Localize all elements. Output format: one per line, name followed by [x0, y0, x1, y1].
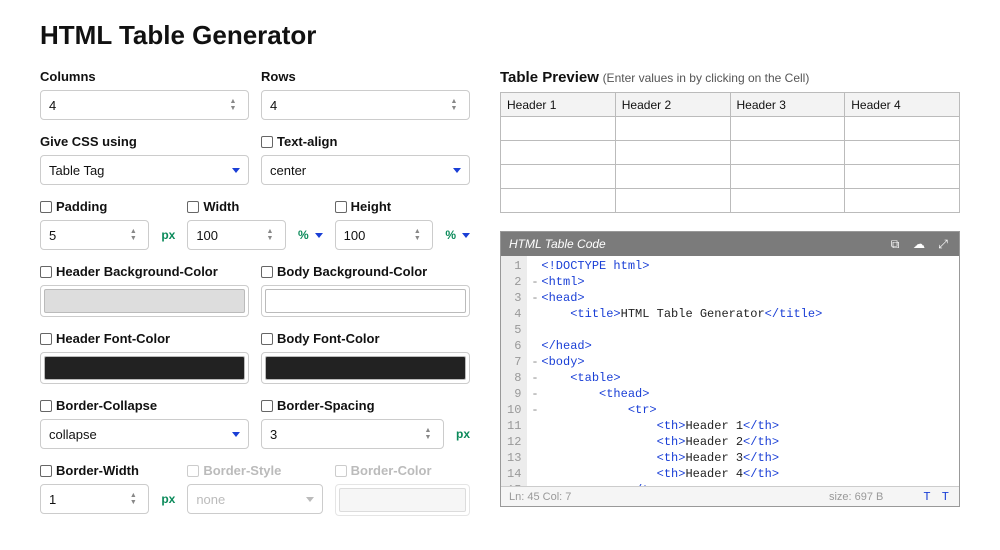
expand-icon[interactable]: ⤢	[935, 237, 951, 252]
preview-cell[interactable]	[501, 189, 616, 213]
preview-cell[interactable]	[730, 117, 845, 141]
rows-label: Rows	[261, 69, 470, 84]
preview-table[interactable]: Header 1Header 2Header 3Header 4	[500, 92, 960, 213]
stepper-icon[interactable]: ▲▼	[126, 489, 140, 509]
body-bg-label: Body Background-Color	[261, 264, 470, 279]
stepper-icon[interactable]: ▲▼	[226, 95, 240, 115]
preview-cell[interactable]	[730, 189, 845, 213]
preview-header-cell[interactable]: Header 3	[730, 93, 845, 117]
preview-cell[interactable]	[615, 117, 730, 141]
rows-input[interactable]: 4 ▲▼	[261, 90, 470, 120]
stepper-icon[interactable]: ▲▼	[126, 225, 140, 245]
border-style-select[interactable]: none	[187, 484, 322, 514]
stepper-icon[interactable]: ▲▼	[421, 424, 435, 444]
page-title: HTML Table Generator	[40, 20, 960, 51]
chevron-down-icon	[315, 233, 323, 238]
stepper-icon[interactable]: ▲▼	[447, 95, 461, 115]
code-editor[interactable]: <!DOCTYPE html>-<html>-<head> <title>HTM…	[527, 256, 959, 486]
border-width-label: Border-Width	[40, 463, 175, 478]
columns-input[interactable]: 4 ▲▼	[40, 90, 249, 120]
padding-checkbox[interactable]	[40, 201, 52, 213]
width-unit-select[interactable]: %	[292, 228, 323, 242]
preview-hint: (Enter values in by clicking on the Cell…	[603, 71, 810, 85]
code-panel-title: HTML Table Code	[509, 237, 606, 251]
border-collapse-label: Border-Collapse	[40, 398, 249, 413]
columns-label: Columns	[40, 69, 249, 84]
stepper-icon[interactable]: ▲▼	[263, 225, 277, 245]
preview-header-cell[interactable]: Header 4	[845, 93, 960, 117]
width-input[interactable]: 100 ▲▼	[187, 220, 286, 250]
text-align-label: Text-align	[261, 134, 470, 149]
preview-cell[interactable]	[615, 189, 730, 213]
height-input[interactable]: 100 ▲▼	[335, 220, 434, 250]
stepper-icon[interactable]: ▲▼	[410, 225, 424, 245]
body-bg-color-input[interactable]	[261, 285, 470, 317]
preview-cell[interactable]	[615, 165, 730, 189]
file-size: size: 697 B	[829, 491, 883, 503]
border-color-input[interactable]	[335, 484, 470, 516]
border-collapse-select[interactable]: collapse	[40, 419, 249, 449]
border-width-checkbox[interactable]	[40, 465, 52, 477]
download-icon[interactable]: ☁	[911, 237, 927, 251]
text-size-toggle[interactable]: T T	[923, 490, 951, 504]
header-font-color-input[interactable]	[40, 352, 249, 384]
text-align-select[interactable]: center	[261, 155, 470, 185]
padding-input[interactable]: 5 ▲▼	[40, 220, 149, 250]
width-label: Width	[187, 199, 322, 214]
copy-icon[interactable]: ⧉	[887, 237, 903, 252]
body-font-checkbox[interactable]	[261, 333, 273, 345]
border-spacing-input[interactable]: 3 ▲▼	[261, 419, 444, 449]
border-spacing-unit: px	[456, 427, 470, 441]
preview-title: Table Preview	[500, 69, 599, 86]
chevron-down-icon	[232, 168, 240, 173]
border-style-checkbox[interactable]	[187, 465, 199, 477]
preview-cell[interactable]	[845, 165, 960, 189]
border-color-label: Border-Color	[335, 463, 470, 478]
body-font-color-input[interactable]	[261, 352, 470, 384]
border-width-input[interactable]: 1 ▲▼	[40, 484, 149, 514]
preview-header-cell[interactable]: Header 2	[615, 93, 730, 117]
border-width-unit: px	[161, 492, 175, 506]
preview-cell[interactable]	[845, 117, 960, 141]
preview-cell[interactable]	[730, 141, 845, 165]
text-align-checkbox[interactable]	[261, 136, 273, 148]
preview-cell[interactable]	[730, 165, 845, 189]
header-font-checkbox[interactable]	[40, 333, 52, 345]
preview-header-cell[interactable]: Header 1	[501, 93, 616, 117]
preview-cell[interactable]	[501, 165, 616, 189]
border-spacing-checkbox[interactable]	[261, 400, 273, 412]
body-bg-checkbox[interactable]	[261, 266, 273, 278]
header-bg-color-input[interactable]	[40, 285, 249, 317]
preview-cell[interactable]	[501, 117, 616, 141]
preview-cell[interactable]	[845, 189, 960, 213]
css-using-select[interactable]: Table Tag	[40, 155, 249, 185]
header-bg-checkbox[interactable]	[40, 266, 52, 278]
border-style-label: Border-Style	[187, 463, 322, 478]
preview-cell[interactable]	[845, 141, 960, 165]
height-checkbox[interactable]	[335, 201, 347, 213]
width-checkbox[interactable]	[187, 201, 199, 213]
body-font-label: Body Font-Color	[261, 331, 470, 346]
cursor-position: Ln: 45 Col: 7	[509, 491, 571, 503]
preview-cell[interactable]	[615, 141, 730, 165]
header-bg-label: Header Background-Color	[40, 264, 249, 279]
give-css-label: Give CSS using	[40, 134, 249, 149]
padding-label: Padding	[40, 199, 175, 214]
chevron-down-icon	[462, 233, 470, 238]
header-font-label: Header Font-Color	[40, 331, 249, 346]
border-color-checkbox[interactable]	[335, 465, 347, 477]
chevron-down-icon	[306, 497, 314, 502]
code-panel: HTML Table Code ⧉ ☁ ⤢ 123456789101112131…	[500, 231, 960, 507]
preview-cell[interactable]	[501, 141, 616, 165]
chevron-down-icon	[232, 432, 240, 437]
chevron-down-icon	[453, 168, 461, 173]
height-label: Height	[335, 199, 470, 214]
border-spacing-label: Border-Spacing	[261, 398, 470, 413]
border-collapse-checkbox[interactable]	[40, 400, 52, 412]
padding-unit: px	[161, 228, 175, 242]
height-unit-select[interactable]: %	[439, 228, 470, 242]
